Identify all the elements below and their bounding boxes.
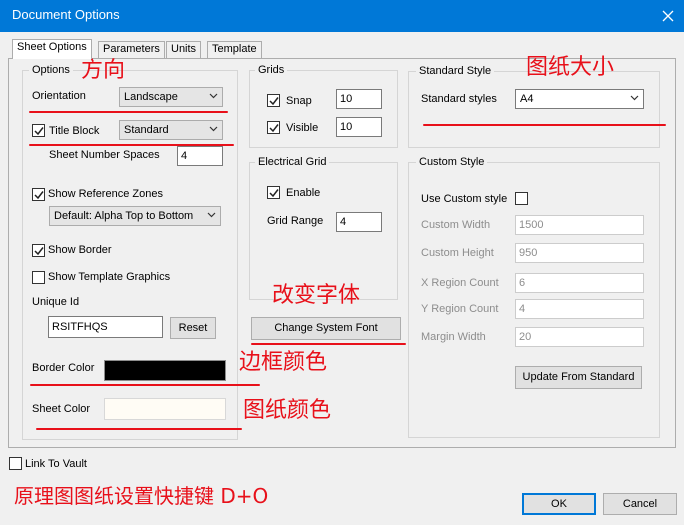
grid-range-label: Grid Range bbox=[267, 215, 324, 227]
title-bar: Document Options bbox=[0, 0, 684, 32]
annotation-underline bbox=[36, 428, 242, 430]
show-border-label: Show Border bbox=[48, 244, 112, 256]
checkmark-icon bbox=[269, 189, 279, 198]
title-block-select[interactable]: Standard bbox=[119, 120, 223, 140]
change-system-font-button[interactable]: Change System Font bbox=[251, 317, 401, 340]
enable-checkbox[interactable] bbox=[267, 186, 280, 199]
annotation-underline bbox=[423, 124, 666, 126]
reference-zones-select[interactable]: Default: Alpha Top to Bottom bbox=[49, 206, 221, 226]
border-color-label: Border Color bbox=[32, 362, 95, 374]
title-block-label: Title Block bbox=[49, 125, 100, 137]
x-region-count-label: X Region Count bbox=[421, 277, 499, 289]
annotation-underline bbox=[251, 343, 406, 345]
annotation-change-font: 改变字体 bbox=[272, 283, 361, 308]
chevron-down-icon bbox=[207, 212, 216, 218]
visible-checkbox[interactable] bbox=[267, 121, 280, 134]
standard-style-group bbox=[408, 71, 660, 148]
grids-group-label: Grids bbox=[255, 64, 288, 76]
sheet-color-label: Sheet Color bbox=[32, 403, 91, 415]
annotation-underline bbox=[29, 144, 234, 146]
annotation-sheet-size: 图纸大小 bbox=[526, 55, 615, 80]
annotation-orientation: 方向 bbox=[81, 58, 126, 83]
custom-style-group-label: Custom Style bbox=[416, 156, 488, 168]
update-from-standard-button[interactable]: Update From Standard bbox=[515, 366, 642, 389]
enable-label: Enable bbox=[286, 187, 321, 199]
tab-parameters[interactable]: Parameters bbox=[98, 41, 165, 58]
window-title: Document Options bbox=[12, 7, 120, 22]
checkmark-icon bbox=[34, 127, 44, 136]
show-reference-zones-checkbox[interactable] bbox=[32, 188, 45, 201]
y-region-count-input[interactable]: 4 bbox=[515, 299, 644, 319]
show-reference-zones-label: Show Reference Zones bbox=[48, 188, 163, 200]
margin-width-input[interactable]: 20 bbox=[515, 327, 644, 347]
margin-width-label: Margin Width bbox=[421, 331, 486, 343]
standard-styles-label: Standard styles bbox=[421, 93, 497, 105]
checkmark-icon bbox=[269, 124, 279, 133]
link-to-vault-label: Link To Vault bbox=[25, 458, 87, 470]
title-block-checkbox[interactable] bbox=[32, 124, 45, 137]
show-border-checkbox[interactable] bbox=[32, 244, 45, 257]
sheet-number-spaces-input[interactable]: 4 bbox=[177, 146, 223, 166]
standard-styles-select[interactable]: A4 bbox=[515, 89, 644, 109]
use-custom-style-checkbox[interactable] bbox=[515, 192, 528, 205]
chevron-down-icon bbox=[209, 93, 218, 99]
orientation-label: Orientation bbox=[32, 90, 86, 102]
snap-label: Snap bbox=[286, 95, 312, 107]
border-color-swatch[interactable] bbox=[104, 360, 226, 381]
snap-input[interactable]: 10 bbox=[336, 89, 382, 109]
reset-button[interactable]: Reset bbox=[170, 317, 216, 339]
chevron-down-icon bbox=[209, 126, 218, 132]
custom-height-input[interactable]: 950 bbox=[515, 243, 644, 263]
annotation-underline bbox=[29, 111, 228, 113]
visible-label: Visible bbox=[286, 122, 319, 134]
electrical-grid-group-label: Electrical Grid bbox=[255, 156, 330, 168]
checkmark-icon bbox=[269, 97, 279, 106]
options-group-label: Options bbox=[29, 64, 73, 76]
orientation-select[interactable]: Landscape bbox=[119, 87, 223, 107]
snap-checkbox[interactable] bbox=[267, 94, 280, 107]
annotation-shortcut: 原理图图纸设置快捷键 D+O bbox=[14, 484, 269, 508]
unique-id-input[interactable]: RSITFHQS bbox=[48, 316, 163, 338]
use-custom-style-label: Use Custom style bbox=[421, 193, 508, 205]
custom-width-label: Custom Width bbox=[421, 219, 491, 231]
standard-style-group-label: Standard Style bbox=[416, 65, 495, 77]
unique-id-label: Unique Id bbox=[32, 296, 80, 308]
cancel-button[interactable]: Cancel bbox=[603, 493, 677, 515]
checkmark-icon bbox=[34, 191, 44, 200]
y-region-count-label: Y Region Count bbox=[421, 303, 499, 315]
custom-width-input[interactable]: 1500 bbox=[515, 215, 644, 235]
show-template-graphics-label: Show Template Graphics bbox=[48, 271, 171, 283]
x-region-count-input[interactable]: 6 bbox=[515, 273, 644, 293]
tab-sheet-options[interactable]: Sheet Options bbox=[12, 39, 92, 59]
custom-height-label: Custom Height bbox=[421, 247, 494, 259]
close-icon bbox=[662, 10, 674, 22]
grid-range-input[interactable]: 4 bbox=[336, 212, 382, 232]
annotation-underline bbox=[30, 384, 260, 386]
tab-template[interactable]: Template bbox=[207, 41, 262, 58]
checkmark-icon bbox=[34, 247, 44, 256]
chevron-down-icon bbox=[630, 95, 639, 101]
sheet-color-swatch[interactable] bbox=[104, 398, 226, 420]
sheet-number-spaces-label: Sheet Number Spaces bbox=[49, 149, 160, 161]
ok-button[interactable]: OK bbox=[522, 493, 596, 515]
annotation-sheet-color: 图纸颜色 bbox=[243, 398, 332, 423]
close-button[interactable] bbox=[652, 0, 684, 32]
visible-input[interactable]: 10 bbox=[336, 117, 382, 137]
tab-units[interactable]: Units bbox=[166, 41, 202, 58]
annotation-border-color: 边框颜色 bbox=[239, 350, 328, 375]
link-to-vault-checkbox[interactable] bbox=[9, 457, 22, 470]
show-template-graphics-checkbox[interactable] bbox=[32, 271, 45, 284]
